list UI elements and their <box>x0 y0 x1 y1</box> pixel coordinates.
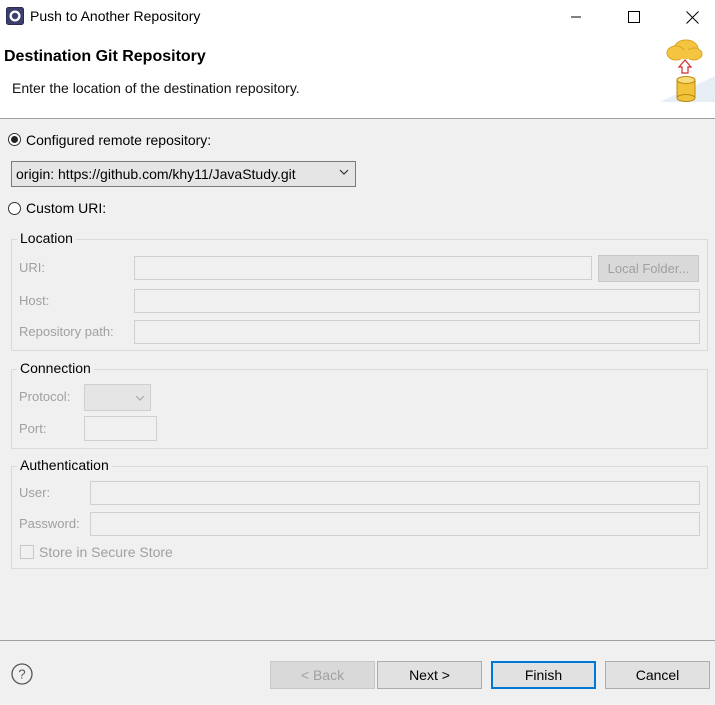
back-button[interactable]: < Back <box>270 661 375 689</box>
cloud-upload-database-icon <box>646 36 715 102</box>
port-label: Port: <box>19 421 47 436</box>
page-description: Enter the location of the destination re… <box>12 80 300 96</box>
password-input[interactable] <box>90 512 700 536</box>
host-input[interactable] <box>134 289 700 313</box>
location-group-title: Location <box>17 230 76 246</box>
eclipse-app-icon <box>6 7 24 25</box>
remote-repository-value: origin: https://github.com/khy11/JavaStu… <box>16 166 296 182</box>
repository-path-label: Repository path: <box>19 324 114 339</box>
header-separator <box>0 118 715 119</box>
host-label: Host: <box>19 293 50 308</box>
repository-path-input[interactable] <box>134 320 700 344</box>
configured-remote-radio[interactable] <box>8 133 21 146</box>
wizard-header <box>0 34 715 119</box>
custom-uri-radio[interactable] <box>8 202 21 215</box>
page-title: Destination Git Repository <box>4 48 206 65</box>
remote-repository-select[interactable]: origin: https://github.com/khy11/JavaStu… <box>11 161 356 187</box>
chevron-down-icon <box>135 395 145 401</box>
password-label: Password: <box>19 516 80 531</box>
port-input[interactable] <box>84 416 157 441</box>
configured-remote-label[interactable]: Configured remote repository: <box>26 132 211 148</box>
cancel-button[interactable]: Cancel <box>605 661 710 689</box>
close-button[interactable] <box>663 0 715 34</box>
user-input[interactable] <box>90 481 700 505</box>
maximize-button[interactable] <box>605 0 663 34</box>
uri-input[interactable] <box>134 256 592 280</box>
finish-button[interactable]: Finish <box>491 661 596 689</box>
footer-separator <box>0 640 715 641</box>
store-secure-checkbox[interactable] <box>20 545 34 559</box>
minimize-button[interactable] <box>547 0 605 34</box>
window-title: Push to Another Repository <box>30 8 201 24</box>
next-button[interactable]: Next > <box>377 661 482 689</box>
custom-uri-label[interactable]: Custom URI: <box>26 200 106 216</box>
store-secure-label[interactable]: Store in Secure Store <box>39 544 173 560</box>
svg-text:?: ? <box>18 667 25 682</box>
chevron-down-icon <box>339 169 349 175</box>
protocol-select[interactable] <box>84 384 151 411</box>
connection-group-title: Connection <box>17 360 94 376</box>
maximize-icon <box>628 11 640 23</box>
uri-label: URI: <box>19 260 45 275</box>
help-icon[interactable]: ? <box>11 663 33 685</box>
minimize-icon <box>571 16 581 18</box>
close-icon <box>685 10 699 24</box>
local-folder-button[interactable]: Local Folder... <box>598 255 699 282</box>
user-label: User: <box>19 485 51 500</box>
protocol-label: Protocol: <box>19 389 71 404</box>
authentication-group-title: Authentication <box>17 457 112 473</box>
